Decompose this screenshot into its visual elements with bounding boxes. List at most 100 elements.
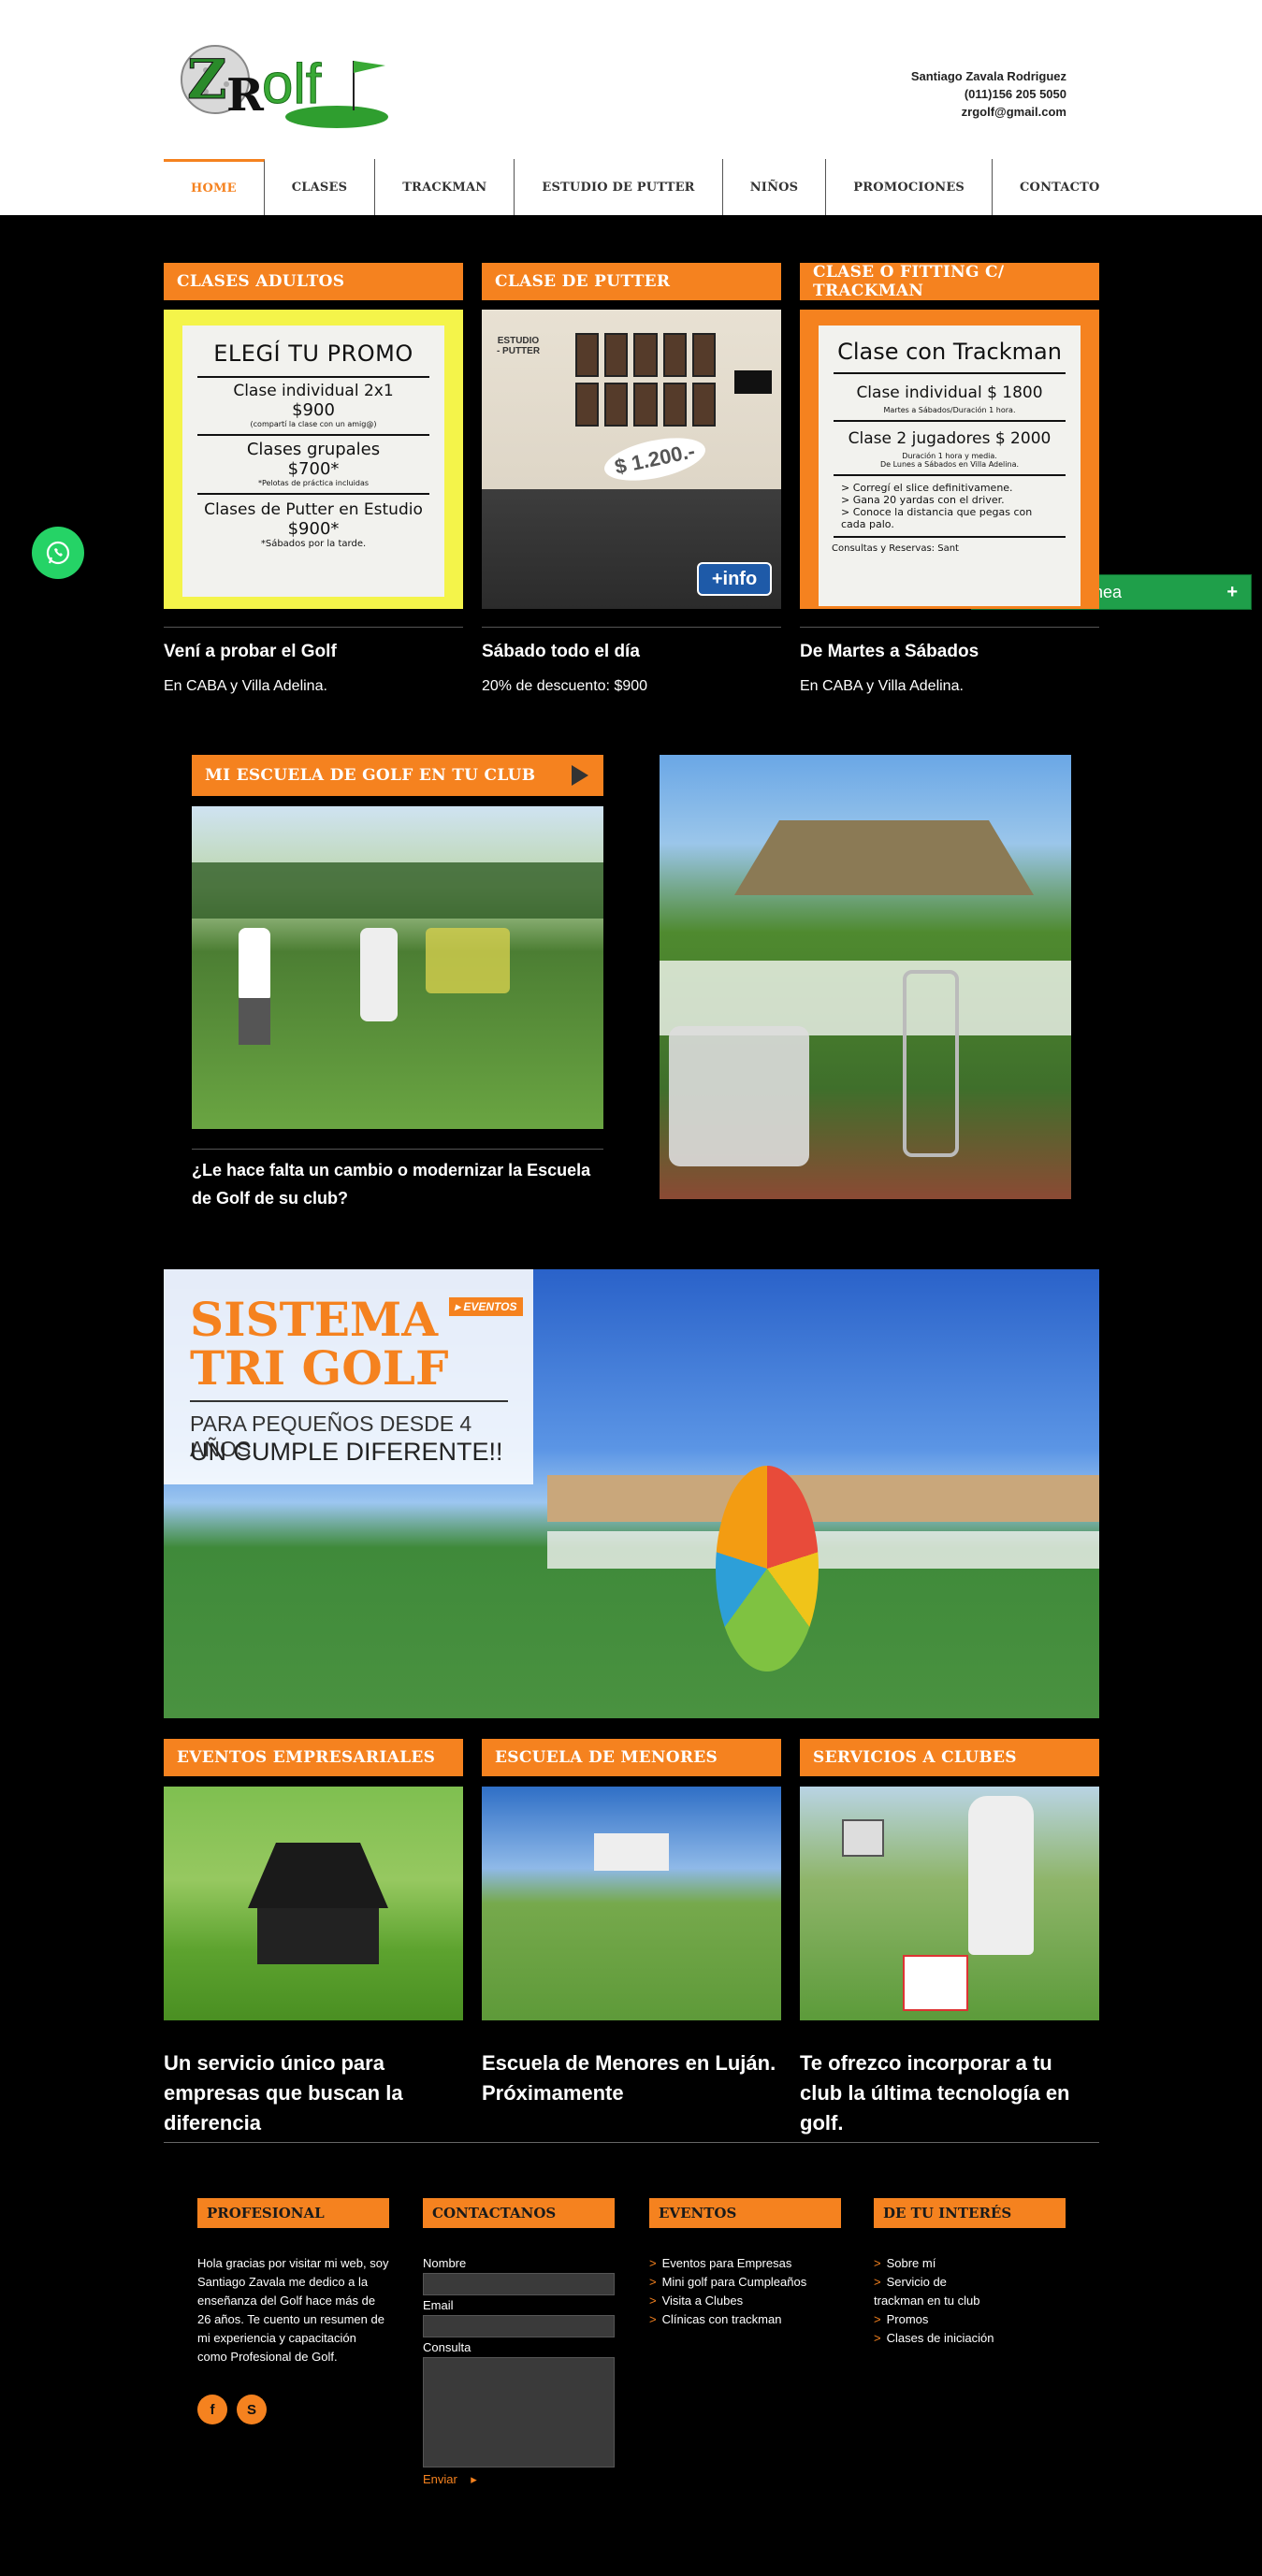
card-title-putter[interactable]: Sábado todo el día (482, 642, 640, 662)
link-sobre-mi[interactable]: Sobre mí (874, 2254, 995, 2273)
footer-profesional-text: Hola gracias por visitar mi web, soy San… (197, 2256, 389, 2364)
link-servicio-trackman[interactable]: Servicio de trackman en tu club (874, 2273, 995, 2310)
header-escuela-de-menores[interactable]: ESCUELA DE MENORES (482, 1739, 781, 1776)
nav-trackman[interactable]: TRACKMAN (375, 159, 515, 215)
footer-events-links: Eventos para Empresas Mini golf para Cum… (649, 2254, 841, 2329)
more-info-badge[interactable]: +info (697, 562, 772, 596)
trackman-line2-note: Duración 1 hora y media. (902, 452, 997, 460)
footer-interest-links: Sobre mí Servicio de trackman en tu club… (874, 2254, 995, 2348)
trackman-line1: Clase individual $ 1800 (856, 384, 1043, 402)
header-eventos-empresariales[interactable]: EVENTOS EMPRESARIALES (164, 1739, 463, 1776)
promo-line2: Clases grupales (246, 440, 381, 459)
promo-line1-note: (compartí la clase con un amig@) (250, 420, 377, 428)
header-clase-trackman[interactable]: CLASE O FITTING C/ TRACKMAN (800, 263, 1099, 300)
divider (482, 627, 781, 628)
contact-name: Santiago Zavala Rodriguez (910, 69, 1066, 83)
banner-title-2: TRI GOLF (190, 1340, 449, 1396)
link-eventos-empresas[interactable]: Eventos para Empresas (649, 2254, 841, 2273)
send-button[interactable]: Enviar ▸ (423, 2472, 477, 2487)
nav-clases[interactable]: CLASES (265, 159, 376, 215)
link-promos[interactable]: Promos (874, 2310, 995, 2329)
price-badge: $ 1.200.- (601, 430, 709, 488)
query-textarea[interactable] (423, 2357, 615, 2467)
link-clinicas-trackman[interactable]: Clínicas con trackman (649, 2310, 841, 2329)
trackman-footer: Consultas y Reservas: Sant (832, 543, 959, 554)
skype-icon[interactable]: S (237, 2395, 267, 2424)
email-input[interactable] (423, 2315, 615, 2337)
card-title-trackman[interactable]: De Martes a Sábados (800, 642, 979, 662)
svg-text:olf: olf (262, 52, 322, 115)
escuela-club-text[interactable]: ¿Le hace falta un cambio o modernizar la… (192, 1156, 603, 1212)
target-board (716, 1466, 819, 1672)
banner-title-1: SISTEMA (190, 1292, 439, 1347)
golf-lesson-photo[interactable] (192, 806, 603, 1129)
link-mini-golf[interactable]: Mini golf para Cumpleaños (649, 2273, 841, 2292)
zrgolf-logo[interactable]: Z R olf (178, 28, 412, 136)
card-sub-trackman: En CABA y Villa Adelina. (800, 678, 964, 694)
svg-text:Z: Z (187, 48, 226, 111)
email-label: Email (423, 2298, 454, 2312)
link-visita-clubes[interactable]: Visita a Clubes (649, 2292, 841, 2310)
promo-line1-price: $900 (292, 400, 335, 420)
nav-estudio-de-putter[interactable]: ESTUDIO DE PUTTER (515, 159, 723, 215)
junior-school-photo[interactable] (482, 1787, 781, 2020)
promo-clases-adultos-image[interactable]: ELEGÍ TU PROMO Clase individual 2x1 $900… (164, 310, 463, 609)
eventos-empresariales-text[interactable]: Un servicio único para empresas que busc… (164, 2048, 463, 2138)
trackman-line2: Clase 2 jugadores $ 2000 (848, 429, 1052, 448)
divider (800, 627, 1099, 628)
name-input[interactable] (423, 2273, 615, 2295)
club-services-photo[interactable] (800, 1787, 1099, 2020)
contact-phone[interactable]: (011)156 205 5050 (842, 85, 1066, 103)
trackman-heading: Clase con Trackman (837, 339, 1062, 365)
servicios-clubes-text[interactable]: Te ofrezco incorporar a tu club la últim… (800, 2048, 1099, 2138)
card-sub-putter: 20% de descuento: $900 (482, 678, 648, 694)
promo-line3-price: $900* (287, 519, 340, 539)
nav-ninos[interactable]: NIÑOS (723, 159, 827, 215)
trackman-bullet2: > Gana 20 yardas con el driver. (841, 494, 1005, 506)
header-escuela-club[interactable]: MI ESCUELA DE GOLF EN TU CLUB (192, 755, 603, 796)
promo-line3: Clases de Putter en Estudio (204, 500, 423, 519)
link-clases-iniciacion[interactable]: Clases de iniciación (874, 2329, 995, 2348)
banner-sub-2: UN CUMPLE DIFERENTE!! (190, 1438, 503, 1466)
nav-contacto[interactable]: CONTACTO (993, 159, 1127, 215)
query-label: Consulta (423, 2340, 471, 2354)
card-title-adultos[interactable]: Vení a probar el Golf (164, 642, 337, 662)
promo-trackman-image[interactable]: Clase con Trackman Clase individual $ 18… (800, 310, 1099, 609)
whatsapp-icon (46, 541, 70, 565)
promo-line2-note: *Pelotas de práctica incluidas (257, 479, 370, 487)
facebook-icon[interactable]: f (197, 2395, 227, 2424)
contact-email[interactable]: zrgolf@gmail.com (842, 103, 1066, 121)
divider (192, 1149, 603, 1150)
name-label: Nombre (423, 2256, 467, 2270)
corporate-event-photo[interactable] (164, 1787, 463, 2020)
promo-line1: Clase individual 2x1 (233, 382, 394, 400)
footer-profesional-title: PROFESIONAL (197, 2198, 389, 2228)
promo-heading: ELEGÍ TU PROMO (213, 340, 413, 367)
divider (164, 627, 463, 628)
whatsapp-button[interactable] (32, 527, 84, 579)
chat-expand-icon[interactable]: + (1226, 582, 1238, 603)
header-servicios-a-clubes[interactable]: SERVICIOS A CLUBES (800, 1739, 1099, 1776)
trackman-line1-note: Martes a Sábados/Duración 1 hora. (883, 406, 1016, 414)
nav-promociones[interactable]: PROMOCIONES (826, 159, 994, 215)
footer-events-title: EVENTOS (649, 2198, 841, 2228)
svg-text:R: R (226, 69, 265, 122)
escuela-club-label: MI ESCUELA DE GOLF EN TU CLUB (205, 766, 536, 785)
trackman-bullet1: > Corregí el slice definitivamene. (841, 482, 1013, 494)
tri-golf-banner[interactable]: ▸ EVENTOS SISTEMA TRI GOLF PARA PEQUEÑOS… (164, 1269, 1099, 1718)
header-contact-info: Santiago Zavala Rodriguez (011)156 205 5… (842, 67, 1066, 121)
club-event-photo[interactable] (660, 755, 1071, 1199)
site-header: Z R olf Santiago Zavala Rodriguez (011)1… (0, 0, 1262, 215)
escuela-menores-text[interactable]: Escuela de Menores en Luján. Próximament… (482, 2048, 781, 2108)
trackman-bullet3: > Conoce la distancia que pegas con cada… (841, 506, 1033, 530)
eventos-tag[interactable]: ▸ EVENTOS (449, 1297, 523, 1316)
banner-panel: ▸ EVENTOS SISTEMA TRI GOLF PARA PEQUEÑOS… (164, 1269, 533, 1484)
putter-studio-image[interactable]: ESTUDIO - PUTTER $ 1.200.- +info (482, 310, 781, 609)
footer-contact-title: CONTACTANOS (423, 2198, 615, 2228)
footer-interest-title: DE TU INTERÉS (874, 2198, 1066, 2228)
header-clase-de-putter[interactable]: CLASE DE PUTTER (482, 263, 781, 300)
promo-line3-note: *Sábados por la tarde. (260, 539, 367, 549)
promo-line2-price: $700* (287, 459, 340, 479)
header-clases-adultos[interactable]: CLASES ADULTOS (164, 263, 463, 300)
nav-home[interactable]: HOME (164, 159, 265, 215)
